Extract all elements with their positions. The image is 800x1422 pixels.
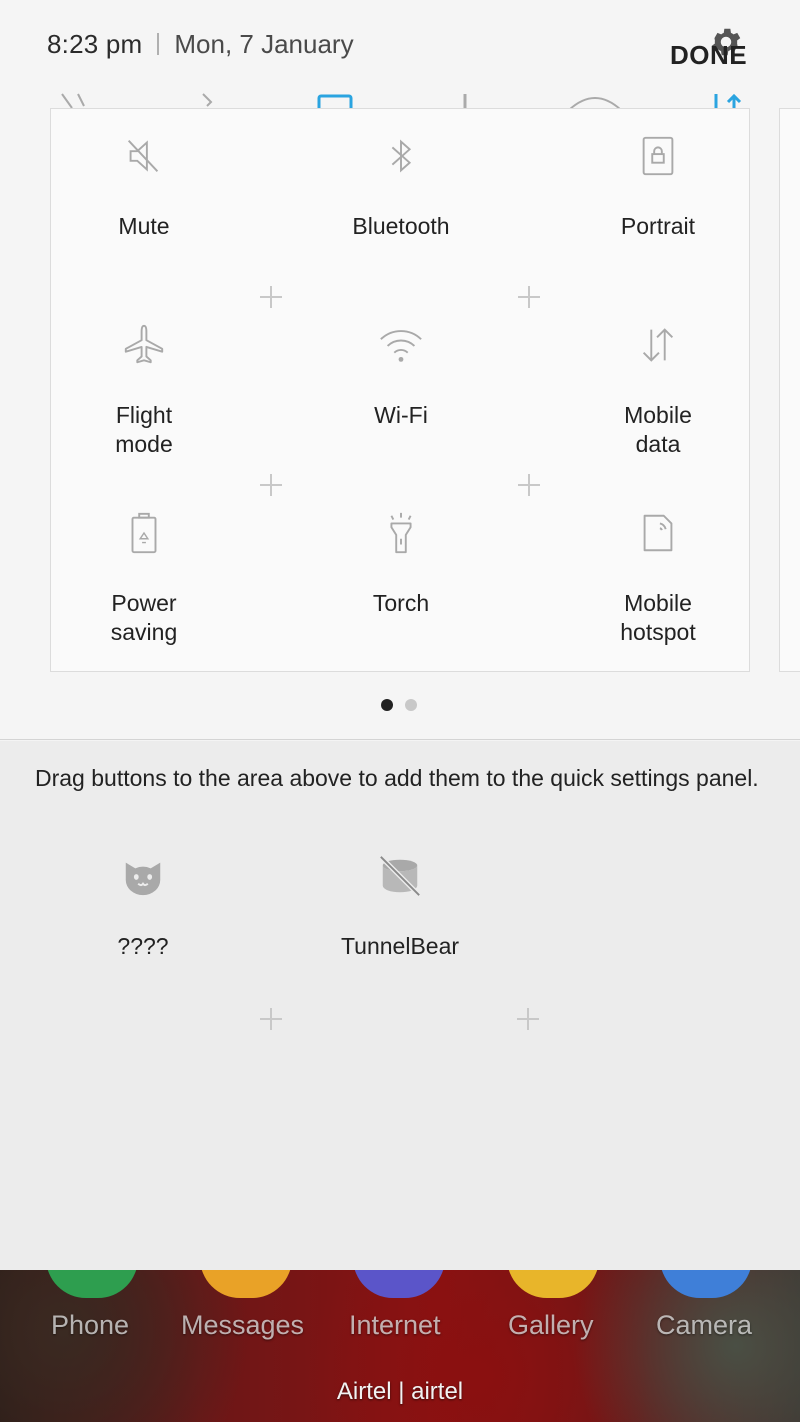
available-tile-tunnelbear[interactable]: TunnelBear bbox=[295, 853, 505, 961]
tile-mute[interactable]: Mute bbox=[39, 133, 249, 241]
tile-mobile-hotspot[interactable]: Mobile hotspot bbox=[553, 510, 763, 647]
active-buttons-panel: Mute Bluetooth Portrait Flight mode Wi-F… bbox=[50, 108, 750, 672]
drop-slot-plus-icon[interactable] bbox=[260, 474, 282, 496]
tile-portrait[interactable]: Portrait bbox=[553, 133, 763, 241]
portrait-lock-icon bbox=[642, 136, 674, 176]
status-bar: 8:23 pm Mon, 7 January bbox=[47, 26, 354, 62]
home-screen-dock: Phone Messages Internet Gallery Camera A… bbox=[0, 1270, 800, 1422]
page-dot-active[interactable] bbox=[381, 699, 393, 711]
tile-power-saving[interactable]: Power saving bbox=[39, 510, 249, 647]
tile-torch[interactable]: Torch bbox=[296, 510, 506, 618]
tile-wifi[interactable]: Wi-Fi bbox=[296, 322, 506, 430]
carrier-label: Airtel | airtel bbox=[336, 1378, 464, 1405]
dock-label-gallery[interactable]: Gallery bbox=[508, 1310, 594, 1341]
quick-settings-editor: 8:23 pm Mon, 7 January DONE Mute Bluetoo… bbox=[0, 0, 800, 740]
cat-icon bbox=[125, 862, 161, 896]
tile-label: Flight mode bbox=[115, 402, 173, 457]
drag-hint-text: Drag buttons to the area above to add th… bbox=[35, 765, 759, 791]
wifi-icon bbox=[380, 330, 422, 362]
drop-slot-plus-icon[interactable] bbox=[517, 1008, 539, 1030]
gallery-app-icon[interactable] bbox=[507, 1270, 599, 1298]
clock: 8:23 pm bbox=[47, 28, 143, 59]
dock-label-phone[interactable]: Phone bbox=[51, 1310, 129, 1341]
tile-flight-mode[interactable]: Flight mode bbox=[39, 322, 249, 459]
page-dot[interactable] bbox=[405, 699, 417, 711]
done-button[interactable]: DONE bbox=[670, 40, 747, 71]
tile-label: Torch bbox=[372, 590, 430, 616]
internet-app-icon[interactable] bbox=[353, 1270, 445, 1298]
phone-app-icon[interactable] bbox=[46, 1270, 138, 1298]
date: Mon, 7 January bbox=[174, 28, 354, 59]
tile-label: Portrait bbox=[620, 213, 696, 239]
drop-slot-plus-icon[interactable] bbox=[260, 1008, 282, 1030]
divider bbox=[157, 33, 160, 55]
camera-app-icon[interactable] bbox=[660, 1270, 752, 1298]
tile-label: ???? bbox=[117, 933, 169, 959]
tile-bluetooth[interactable]: Bluetooth bbox=[296, 133, 506, 241]
messages-app-icon[interactable] bbox=[200, 1270, 292, 1298]
next-page-panel[interactable] bbox=[779, 108, 800, 672]
bluetooth-icon bbox=[391, 139, 412, 173]
available-tile-cat[interactable]: ???? bbox=[38, 853, 248, 961]
dock-label-messages[interactable]: Messages bbox=[181, 1310, 304, 1341]
drop-slot-plus-icon[interactable] bbox=[518, 474, 540, 496]
torch-icon bbox=[390, 512, 412, 554]
drop-slot-plus-icon[interactable] bbox=[260, 286, 282, 308]
tile-label: Mobile data bbox=[624, 402, 692, 457]
power-saving-icon bbox=[131, 512, 157, 554]
mute-icon bbox=[127, 140, 159, 172]
tile-label: Mobile hotspot bbox=[620, 590, 696, 645]
available-buttons-area: Drag buttons to the area above to add th… bbox=[0, 741, 800, 1270]
page-indicator bbox=[381, 699, 417, 711]
tile-label: Bluetooth bbox=[352, 213, 450, 239]
tunnelbear-icon bbox=[379, 855, 421, 897]
airplane-icon bbox=[124, 324, 164, 364]
hotspot-icon bbox=[643, 514, 673, 552]
tile-mobile-data[interactable]: Mobile data bbox=[553, 322, 763, 459]
tile-label: Wi-Fi bbox=[374, 402, 428, 428]
dock-label-camera[interactable]: Camera bbox=[656, 1310, 752, 1341]
dock-label-internet[interactable]: Internet bbox=[349, 1310, 441, 1341]
tile-label: TunnelBear bbox=[340, 933, 460, 959]
drop-slot-plus-icon[interactable] bbox=[518, 286, 540, 308]
mobile-data-icon bbox=[642, 328, 674, 362]
tile-label: Power saving bbox=[110, 590, 178, 645]
tile-label: Mute bbox=[118, 213, 170, 239]
